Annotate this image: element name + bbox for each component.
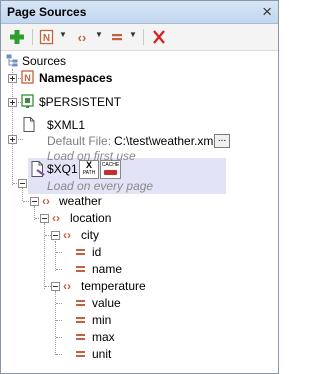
temperature-expander[interactable] — [51, 282, 60, 291]
attribute-icon — [76, 334, 85, 342]
temperature-element[interactable]: temperature — [81, 278, 146, 294]
location-element[interactable]: location — [70, 210, 111, 226]
cache-button[interactable]: CACHE — [100, 160, 121, 179]
sources-tree-icon — [6, 54, 18, 67]
add-source-button[interactable] — [8, 27, 26, 47]
xpath-badge-bottom: PATH — [82, 170, 96, 176]
svg-text:‹›: ‹› — [78, 30, 87, 45]
namespaces-expander[interactable] — [8, 74, 17, 83]
document-icon — [23, 117, 35, 132]
sources-root-label[interactable]: Sources — [22, 53, 66, 69]
persistent-icon — [21, 94, 34, 108]
toolbar: N ▼ ‹› ▼ ▼ — [1, 24, 278, 51]
persistent-expander[interactable] — [8, 98, 17, 107]
attribute-icon — [76, 249, 85, 257]
weather-element[interactable]: weather — [59, 193, 102, 209]
city-expander[interactable] — [51, 231, 60, 240]
default-file-value[interactable]: C:\test\weather.xml — [114, 133, 216, 149]
namespace-dropdown-icon[interactable]: ▼ — [59, 30, 67, 39]
equals-icon[interactable] — [109, 27, 125, 47]
browse-file-button[interactable]: ... — [214, 134, 230, 148]
weather-expander[interactable] — [30, 197, 39, 206]
namespace-icon: N — [21, 70, 34, 84]
toolbar-separator — [143, 29, 144, 45]
xpath-badge-top: X — [85, 160, 92, 170]
source-tree: Sources N Namespaces $PERSISTENT $XML1 D… — [1, 51, 278, 373]
xquery-document-icon — [31, 161, 45, 177]
unit-attribute[interactable]: unit — [92, 346, 111, 362]
xml1-item[interactable]: $XML1 — [47, 117, 85, 133]
page-sources-panel: Page Sources × N ▼ ‹› ▼ ▼ Sources N Name… — [0, 0, 279, 374]
svg-text:N: N — [24, 73, 31, 83]
element-icon: ‹› — [63, 279, 71, 293]
id-attribute[interactable]: id — [92, 244, 101, 260]
element-icon: ‹› — [42, 194, 50, 208]
city-element[interactable]: city — [81, 227, 99, 243]
panel-title: Page Sources — [7, 5, 87, 19]
x-icon[interactable] — [151, 27, 167, 47]
attribute-icon — [76, 300, 85, 308]
cache-icon — [104, 170, 117, 175]
min-attribute[interactable]: min — [92, 312, 111, 328]
location-expander[interactable] — [40, 214, 49, 223]
name-attribute[interactable]: name — [92, 261, 122, 277]
namespace-icon[interactable]: N — [39, 27, 55, 47]
attribute-dropdown-icon[interactable]: ▼ — [129, 30, 137, 39]
value-attribute[interactable]: value — [92, 295, 121, 311]
close-icon[interactable]: × — [262, 2, 272, 22]
persistent-item[interactable]: $PERSISTENT — [39, 94, 121, 110]
toolbar-separator — [32, 29, 33, 45]
xq1-load-note: Load on every page — [47, 179, 154, 193]
attribute-icon — [76, 351, 85, 359]
attribute-icon — [76, 266, 85, 274]
xpath-button[interactable]: X PATH — [79, 160, 99, 179]
attribute-icon — [76, 317, 85, 325]
xq1-expander[interactable] — [18, 179, 27, 188]
panel-titlebar: Page Sources × — [1, 1, 278, 24]
cache-badge: CACHE — [101, 162, 120, 168]
element-icon: ‹› — [63, 228, 71, 242]
element-icon[interactable]: ‹› — [73, 27, 91, 47]
svg-text:N: N — [43, 33, 50, 44]
xq1-item[interactable]: $XQ1 — [47, 161, 78, 177]
element-dropdown-icon[interactable]: ▼ — [95, 30, 103, 39]
max-attribute[interactable]: max — [92, 329, 115, 345]
default-file-label: Default File: — [47, 134, 112, 148]
element-icon: ‹› — [52, 211, 60, 225]
namespaces-item[interactable]: Namespaces — [39, 70, 112, 86]
xml1-expander[interactable] — [8, 135, 17, 144]
